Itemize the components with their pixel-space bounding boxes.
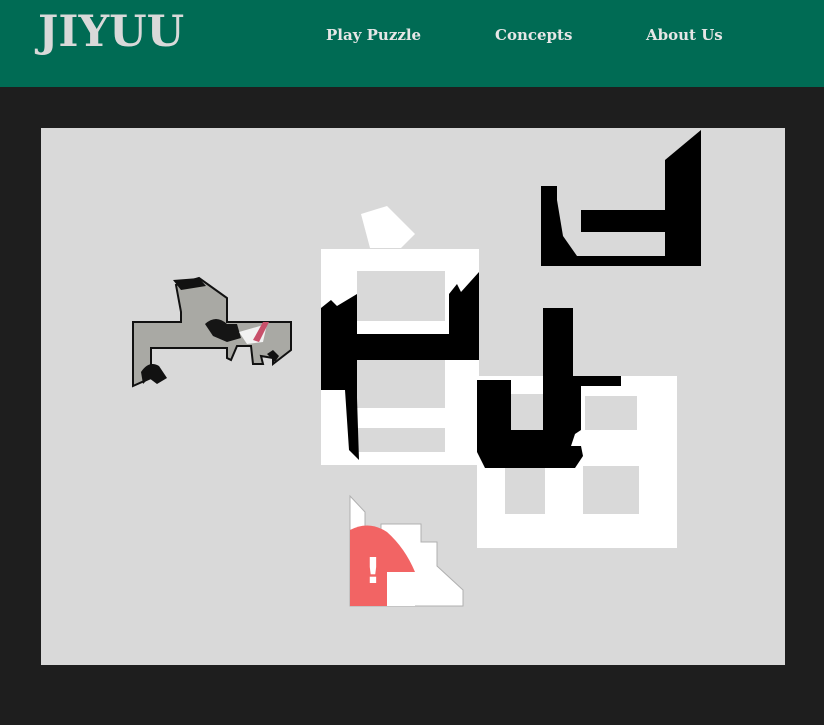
photo-fragment-piece[interactable] <box>132 276 292 388</box>
alert-glyph: ! <box>365 551 381 592</box>
black-corner-piece[interactable] <box>541 130 701 266</box>
puzzle-canvas: ! <box>132 130 701 607</box>
white-grid-piece[interactable] <box>477 308 677 548</box>
puzzle-board[interactable]: ! <box>41 128 785 665</box>
top-nav-bar: JIYUU Play Puzzle Concepts About Us <box>0 0 824 87</box>
red-alert-piece[interactable]: ! <box>349 494 464 607</box>
site-logo[interactable]: JIYUU <box>38 6 184 58</box>
nav-link-play-puzzle[interactable]: Play Puzzle <box>326 25 421 45</box>
nav-link-concepts[interactable]: Concepts <box>495 25 572 45</box>
nav-link-about-us[interactable]: About Us <box>646 25 723 45</box>
